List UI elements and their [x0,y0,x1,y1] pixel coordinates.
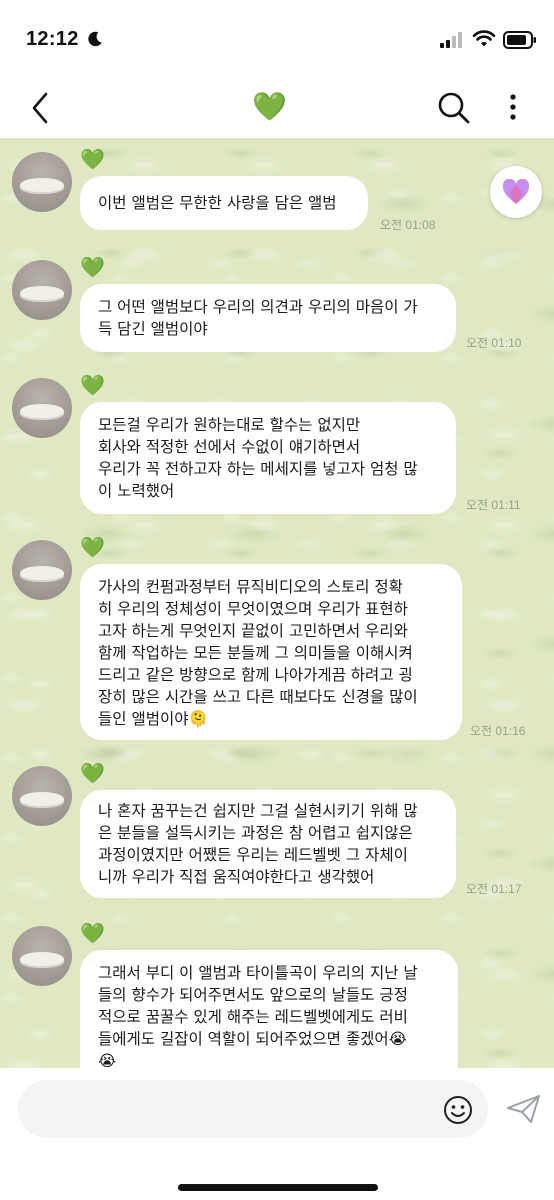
message-time: 오전 01:17 [466,882,522,896]
message-line: 가사의 컨펌과정부터 뮤직비디오의 스토리 정확 [98,578,403,596]
message-line: 이 노력했어 [98,482,175,500]
message-time: 오전 01:08 [380,218,436,232]
message-line: 드리고 같은 방향으로 함께 나아가게끔 하려고 굉 [98,666,413,684]
message-bubble[interactable]: 그래서 부디 이 앨범과 타이틀곡이 우리의 지난 날 들의 향수가 되어주면서… [80,950,458,1068]
message-line: 득 담긴 앨범이야 [98,320,208,338]
chat-area[interactable]: 💚 이번 앨범은 무한한 사랑을 담은 앨범 오전 01:08 💚 그 어떤 앨… [0,138,554,1068]
message-line: 함께 작업하는 모든 분들께 그 의미들을 이해시켜 [98,644,413,662]
avatar[interactable] [12,766,72,826]
avatar[interactable] [12,378,72,438]
battery-icon [503,31,536,49]
message-time: 오전 01:16 [470,724,526,738]
message-bubble[interactable]: 모든걸 우리가 원하는대로 할수는 없지만 회사와 적정한 선에서 수없이 얘기… [80,402,456,514]
message-line: 그래서 부디 이 앨범과 타이틀곡이 우리의 지난 날 [98,964,418,982]
message-line: 😭 [98,1052,117,1068]
message-line: 은 분들을 설득시키는 과정은 참 어렵고 쉽지않은 [98,824,413,842]
message-time: 오전 01:11 [466,498,521,512]
home-indicator [178,1184,378,1191]
message-line: 들에게도 길잡이 역할이 되어주었으면 좋겠어😭 [98,1030,407,1048]
avatar[interactable] [12,260,72,320]
message-line: 고자 하는게 무엇인지 끝없이 고민하면서 우리와 [98,622,408,640]
message-line: 히 우리의 정체성이 무엇이였으며 우리가 표현하 [98,600,408,618]
sender-name: 💚 [80,373,105,397]
message-bubble[interactable]: 이번 앨범은 무한한 사랑을 담은 앨범 [80,176,368,230]
message-line: 나 혼자 꿈꾸는건 쉽지만 그걸 실현시키기 위해 많 [98,802,418,820]
message-line: 우리가 꼭 전하고자 하는 메세지를 넣고자 엄청 많 [98,460,418,478]
emoji-icon[interactable] [442,1094,474,1126]
message-input-bar [0,1068,554,1200]
avatar[interactable] [12,540,72,600]
message-line: 그 어떤 앨범보다 우리의 의견과 우리의 마음이 가 [98,298,418,316]
message-input[interactable] [18,1080,488,1138]
sender-name: 💚 [80,255,105,279]
message-bubble[interactable]: 가사의 컨펌과정부터 뮤직비디오의 스토리 정확 히 우리의 정체성이 무엇이였… [80,564,462,740]
more-icon[interactable] [503,90,523,126]
status-time: 12:12 [26,28,79,50]
sender-name: 💚 [80,921,105,945]
status-bar: 12:12 [0,0,554,80]
message-bubble[interactable]: 그 어떤 앨범보다 우리의 의견과 우리의 마음이 가 득 담긴 앨범이야 [80,284,456,352]
message-line: 이번 앨범은 무한한 사랑을 담은 앨범 [98,194,337,212]
message-line: 장히 많은 시간을 쓰고 다른 때보다도 신경을 많이 [98,688,418,706]
message-bubble[interactable]: 나 혼자 꿈꾸는건 쉽지만 그걸 실현시키기 위해 많 은 분들을 설득시키는 … [80,790,456,898]
message-line: 회사와 적정한 선에서 수없이 얘기하면서 [98,438,361,456]
back-icon[interactable] [26,88,56,128]
moon-icon [88,31,102,47]
message-line: 적으로 꿈꿀수 있게 해주는 레드벨벳에게도 러비 [98,1008,408,1026]
avatar[interactable] [12,152,72,212]
message-line: 과정이였지만 어쨌든 우리는 레드벨벳 그 자체이 [98,846,408,864]
sender-name: 💚 [80,761,105,785]
sender-name: 💚 [80,535,105,559]
sender-name: 💚 [80,147,105,171]
send-icon[interactable] [506,1094,542,1124]
message-time: 오전 01:10 [466,336,522,350]
wifi-icon [472,30,496,47]
message-line: 들인 앨범이야🫠 [98,710,208,728]
avatar[interactable] [12,926,72,986]
message-line: 모든걸 우리가 원하는대로 할수는 없지만 [98,416,361,434]
signal-icon [440,32,462,48]
chat-header: 💚 [0,80,554,138]
reaction-button[interactable] [490,166,542,218]
search-icon[interactable] [436,90,472,126]
chat-title: 💚 [252,90,287,123]
reaction-heart-icon [502,179,530,204]
message-line: 들의 향수가 되어주면서도 앞으로의 날들도 긍정 [98,986,408,1004]
message-line: 니까 우리가 직접 움직여야한다고 생각했어 [98,868,375,886]
